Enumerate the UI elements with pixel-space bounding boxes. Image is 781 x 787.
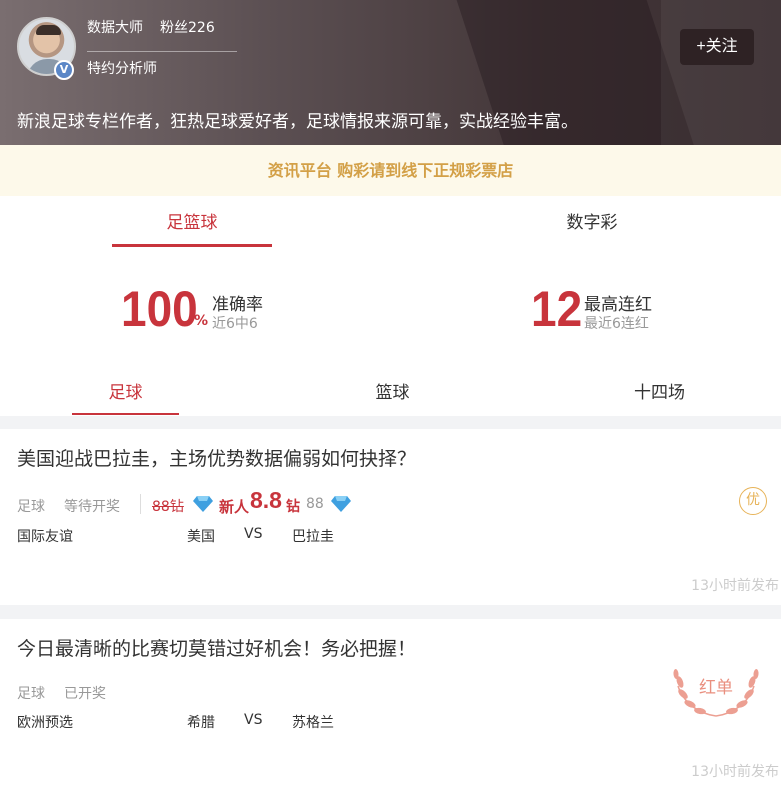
- fans-count: 粉丝226: [160, 20, 215, 36]
- premium-badge: 优: [739, 487, 767, 515]
- league-name: 欧洲预选: [17, 715, 73, 731]
- article-status: 等待开奖: [64, 499, 120, 515]
- newbie-label: 新人: [219, 498, 250, 516]
- publish-time: 13小时前发布: [691, 578, 779, 594]
- regular-price: 88: [306, 496, 324, 512]
- away-team: 巴拉圭: [292, 529, 334, 545]
- red-order-badge: 红单: [699, 678, 733, 698]
- away-team: 苏格兰: [292, 715, 334, 731]
- streak-label: 最高连红: [584, 295, 652, 315]
- publish-time: 13小时前发布: [691, 764, 779, 780]
- tab-basketball[interactable]: 篮球: [339, 378, 446, 403]
- vs-label: VS: [244, 526, 263, 542]
- diamond-icon: [193, 496, 213, 512]
- follow-button[interactable]: +关注: [680, 29, 754, 65]
- author-name: 数据大师: [87, 20, 143, 36]
- article-title[interactable]: 美国迎战巴拉圭，主场优势数据偏弱如何抉择？: [17, 444, 416, 471]
- tab-football-basketball[interactable]: 足篮球: [112, 208, 272, 233]
- streak-value: 12: [531, 281, 583, 337]
- tab-number-lottery[interactable]: 数字彩: [512, 208, 672, 233]
- section-separator: [0, 605, 781, 619]
- accuracy-label: 准确率: [212, 295, 263, 315]
- active-tab-indicator: [112, 244, 272, 247]
- author-role: 特约分析师: [87, 61, 157, 77]
- active-sport-indicator: [72, 413, 179, 415]
- tab-football[interactable]: 足球: [72, 378, 179, 403]
- meta-divider: [140, 494, 141, 514]
- league-name: 国际友谊: [17, 529, 73, 545]
- streak-sub: 最近6连红: [584, 316, 649, 332]
- home-team: 希腊: [187, 715, 215, 731]
- divider: [87, 51, 237, 52]
- price-unit: 钻: [286, 499, 300, 515]
- section-separator: [0, 416, 781, 429]
- verified-icon: V: [54, 60, 74, 80]
- article-sport: 足球: [17, 499, 45, 515]
- article-status: 已开奖: [64, 686, 106, 702]
- tab-fourteen-matches[interactable]: 十四场: [606, 378, 713, 403]
- notice-banner: 资讯平台 购彩请到线下正规彩票店: [0, 145, 781, 196]
- vs-label: VS: [244, 712, 263, 728]
- discount-price: 8.8: [250, 487, 282, 513]
- accuracy-unit: %: [194, 313, 209, 329]
- accuracy-value: 100: [121, 281, 198, 337]
- avatar-hair: [36, 25, 61, 35]
- diamond-icon: [331, 496, 351, 512]
- header-decoration-right: [661, 0, 781, 145]
- original-price: 88钻: [152, 499, 184, 515]
- article-sport: 足球: [17, 686, 45, 702]
- profile-header: V 数据大师 粉丝226 特约分析师 +关注 新浪足球专栏作者，狂热足球爱好者，…: [0, 0, 781, 145]
- author-bio: 新浪足球专栏作者，狂热足球爱好者，足球情报来源可靠，实战经验丰富。: [17, 112, 578, 132]
- accuracy-sub: 近6中6: [212, 316, 258, 332]
- article-title[interactable]: 今日最清晰的比赛切莫错过好机会！务必把握！: [17, 634, 416, 661]
- home-team: 美国: [187, 529, 215, 545]
